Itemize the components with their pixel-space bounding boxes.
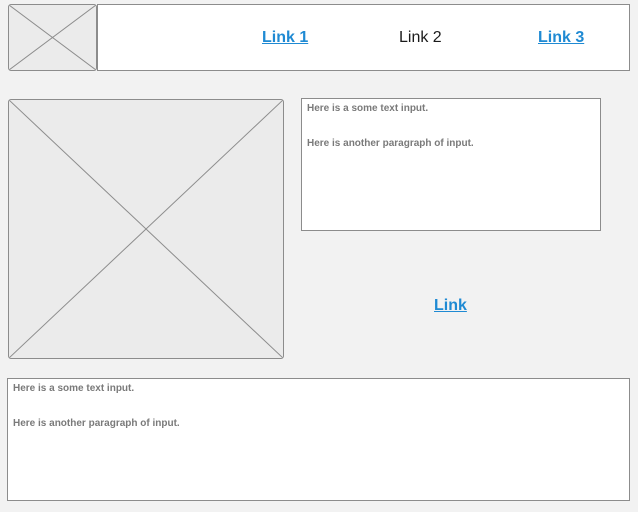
text-panel: Here is a some text input. Here is anoth… <box>301 98 601 231</box>
footer-text-paragraph-1: Here is a some text input. <box>13 383 135 394</box>
nav-link-2[interactable]: Link 2 <box>399 28 442 48</box>
nav-link-1[interactable]: Link 1 <box>262 28 308 48</box>
image-placeholder-icon <box>9 100 283 358</box>
logo-image-placeholder <box>8 4 97 71</box>
footer-text-panel: Here is a some text input. Here is anoth… <box>7 378 630 501</box>
text-paragraph-1: Here is a some text input. <box>307 103 429 114</box>
nav-link-3[interactable]: Link 3 <box>538 28 584 48</box>
text-paragraph-2: Here is another paragraph of input. <box>307 138 474 149</box>
image-placeholder-icon <box>9 5 96 70</box>
footer-text-paragraph-2: Here is another paragraph of input. <box>13 418 180 429</box>
navigation-bar: Link 1 Link 2 Link 3 <box>97 4 630 71</box>
main-link[interactable]: Link <box>434 296 467 316</box>
main-image-placeholder <box>8 99 284 359</box>
